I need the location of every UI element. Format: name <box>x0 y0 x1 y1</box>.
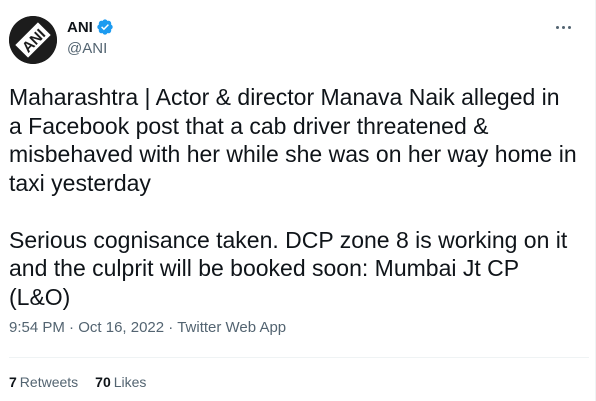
more-dot <box>562 25 565 29</box>
tweet-text: Maharashtra | Actor & director Manava Na… <box>9 83 589 311</box>
tweet-stats: 7 Retweets 70 Likes <box>9 374 146 390</box>
tweet-time[interactable]: 9:54 PM <box>9 319 65 336</box>
retweets-label: Retweets <box>19 374 79 390</box>
verified-badge-icon <box>96 18 114 36</box>
tweet-source[interactable]: Twitter Web App <box>177 319 286 336</box>
likes-count: 70 <box>95 374 111 390</box>
tweet-metadata: 9:54 PM · Oct 16, 2022 · Twitter Web App <box>9 319 286 336</box>
likes-label: Likes <box>113 374 147 390</box>
retweets-stat[interactable]: 7 Retweets <box>9 374 78 390</box>
more-dot <box>568 25 571 29</box>
divider <box>9 357 589 358</box>
more-dot <box>556 25 559 29</box>
meta-separator: · <box>164 319 178 336</box>
tweet-card: ANI ANI @ANI Maharashtra | Actor & direc… <box>0 0 596 401</box>
tweet-paragraph-1: Maharashtra | Actor & director Manava Na… <box>9 84 577 196</box>
tweet-date[interactable]: Oct 16, 2022 <box>78 319 164 336</box>
author-handle[interactable]: @ANI <box>67 40 107 57</box>
ani-logo-icon[interactable]: ANI <box>9 16 57 64</box>
author-name-row: ANI <box>67 18 114 36</box>
tweet-paragraph-2: Serious cognisance taken. DCP zone 8 is … <box>9 226 568 310</box>
author-display-name[interactable]: ANI <box>67 19 93 36</box>
meta-separator: · <box>64 319 79 336</box>
likes-stat[interactable]: 70 Likes <box>95 374 146 390</box>
retweets-count: 7 <box>9 374 17 390</box>
more-options-icon[interactable] <box>556 20 576 34</box>
